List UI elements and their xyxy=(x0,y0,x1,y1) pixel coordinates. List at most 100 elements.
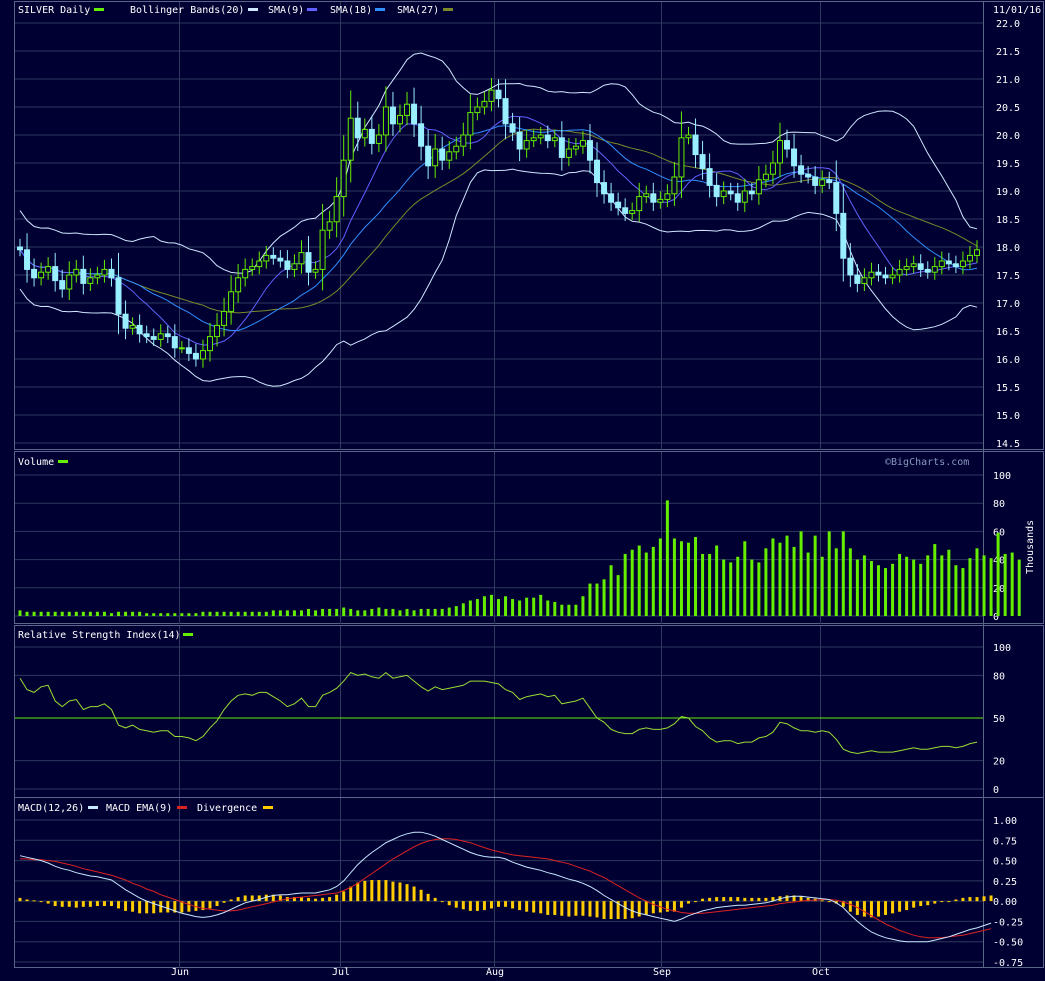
macd-tick-6: -0.50 xyxy=(993,938,1023,949)
volume-bar-105 xyxy=(757,562,761,616)
volume-bar-56 xyxy=(412,610,416,616)
divergence-bar-64 xyxy=(468,901,472,911)
candle-body-8 xyxy=(73,268,80,276)
x-label-oct: Oct xyxy=(812,967,830,978)
divergence-bar-34 xyxy=(257,895,261,902)
divergence-bar-68 xyxy=(497,901,500,907)
price-tick-13: 15.5 xyxy=(996,383,1020,394)
macd-tick-1: 0.75 xyxy=(993,836,1017,847)
candle-body-127 xyxy=(910,263,917,268)
candle-body-34 xyxy=(256,260,263,268)
candle-body-69 xyxy=(502,98,509,125)
candle-body-90 xyxy=(650,193,657,203)
candle-body-43 xyxy=(319,229,326,270)
volume-bar-116 xyxy=(834,548,838,616)
volume-bar-67 xyxy=(489,594,493,616)
candle-body-131 xyxy=(938,260,945,268)
candle-body-24 xyxy=(185,347,192,354)
volume-bar-10 xyxy=(88,611,92,616)
volume-bar-106 xyxy=(764,548,768,616)
rsi-swatch xyxy=(183,633,193,636)
candle-body-45 xyxy=(333,196,340,223)
divergence-bar-48 xyxy=(356,882,360,902)
volume-bar-51 xyxy=(377,607,381,616)
volume-bar-5 xyxy=(53,611,57,616)
price-tick-10: 17.0 xyxy=(996,299,1020,310)
volume-bar-60 xyxy=(440,608,444,616)
volume-bar-121 xyxy=(869,561,873,616)
divergence-bar-95 xyxy=(686,901,690,904)
candle-body-104 xyxy=(748,190,755,195)
volume-bar-84 xyxy=(609,565,613,616)
volume-bar-63 xyxy=(461,603,465,616)
volume-bar-81 xyxy=(588,583,592,616)
volume-bar-42 xyxy=(314,610,318,616)
volume-bar-111 xyxy=(799,531,803,616)
candle-body-117 xyxy=(840,212,847,259)
candle-body-78 xyxy=(565,148,572,158)
legend-bollinger: Bollinger Bands(20) xyxy=(130,5,244,16)
divergence-bar-70 xyxy=(511,901,515,909)
candle-body-67 xyxy=(488,89,495,102)
date-label: 11/01/16 xyxy=(993,5,1041,16)
volume-bar-123 xyxy=(884,568,888,616)
volume-bar-115 xyxy=(827,531,831,616)
legend-sma9: SMA(9) xyxy=(268,5,304,16)
divergence-bar-94 xyxy=(679,901,683,908)
volume-bar-125 xyxy=(898,553,902,616)
candle-body-19 xyxy=(150,336,157,340)
candle-body-97 xyxy=(699,154,706,170)
divergence-bar-127 xyxy=(912,901,916,908)
symbol-swatch xyxy=(94,8,104,11)
divergence-bar-72 xyxy=(525,901,529,912)
rsi-tick-4: 0 xyxy=(993,785,999,796)
volume-bar-120 xyxy=(862,555,866,616)
volume-bar-68 xyxy=(497,599,500,616)
divergence-bar-74 xyxy=(539,901,543,914)
candle-body-54 xyxy=(396,114,403,125)
volume-bar-20 xyxy=(159,613,163,616)
volume-bar-17 xyxy=(138,611,142,616)
volume-bar-127 xyxy=(912,559,916,616)
divergence-bar-109 xyxy=(785,895,789,902)
volume-bar-6 xyxy=(60,611,64,616)
divergence-bar-89 xyxy=(644,901,648,915)
candle-body-98 xyxy=(706,168,713,186)
candle-body-5 xyxy=(52,266,59,282)
vol-tick-1: 80 xyxy=(993,499,1005,510)
candle-body-102 xyxy=(734,193,741,203)
candle-body-115 xyxy=(826,179,833,184)
candle-body-47 xyxy=(347,117,354,161)
volume-bar-59 xyxy=(433,608,437,616)
candle-body-79 xyxy=(572,145,579,150)
candle-body-28 xyxy=(214,324,221,338)
divergence-bar-4 xyxy=(46,901,50,904)
candle-body-7 xyxy=(66,274,73,290)
volume-bar-70 xyxy=(511,599,515,616)
volume-title: Volume xyxy=(18,457,54,468)
volume-bar-131 xyxy=(940,555,944,616)
candle-body-37 xyxy=(277,257,284,262)
divergence-bar-59 xyxy=(433,897,437,902)
candle-body-92 xyxy=(664,193,671,200)
divergence-bar-66 xyxy=(482,901,486,911)
divergence-bar-126 xyxy=(905,901,909,911)
divergence-bar-128 xyxy=(919,901,923,907)
price-tick-4: 20.0 xyxy=(996,131,1020,142)
volume-bar-117 xyxy=(841,531,845,616)
volume-bar-88 xyxy=(637,545,641,616)
divergence-bar-52 xyxy=(384,880,388,902)
volume-bar-79 xyxy=(574,604,578,616)
candle-body-15 xyxy=(122,313,129,329)
volume-bar-66 xyxy=(482,596,486,616)
volume-bar-108 xyxy=(778,542,782,616)
legend-sma27-swatch xyxy=(443,8,453,11)
candle-body-51 xyxy=(375,134,382,144)
volume-bar-138 xyxy=(989,558,993,616)
macd-tick-0: 1.00 xyxy=(993,816,1017,827)
divergence-bar-123 xyxy=(884,901,888,915)
volume-bar-11 xyxy=(95,611,99,616)
volume-bar-133 xyxy=(954,565,958,616)
divergence-bar-81 xyxy=(588,901,592,917)
candle-body-61 xyxy=(446,151,453,161)
